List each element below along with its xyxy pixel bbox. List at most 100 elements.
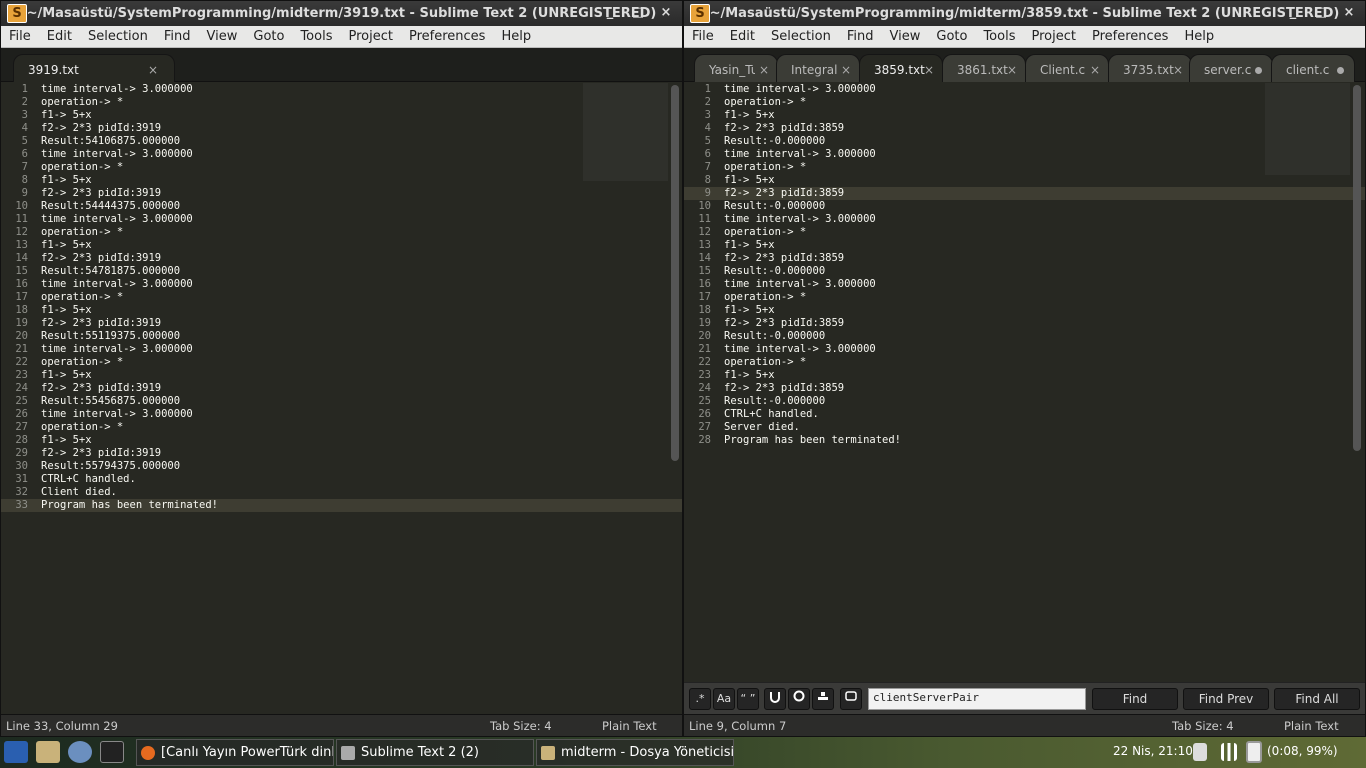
battery-icon[interactable] [1246, 741, 1262, 763]
in-selection-icon[interactable] [764, 688, 786, 710]
left-scrollbar[interactable] [671, 85, 679, 461]
tab-size-indicator[interactable]: Tab Size: 4 [490, 719, 552, 733]
close-button[interactable]: × [658, 5, 674, 20]
tab-3859-txt[interactable]: 3859.txt × [859, 54, 943, 82]
code-line[interactable]: 1 time interval-> 3.000000 [1, 83, 682, 96]
unsaved-dot-icon[interactable] [1337, 67, 1344, 74]
menu-preferences[interactable]: Preferences [1084, 29, 1176, 44]
code-line[interactable]: 24 f2-> 2*3 pidId:3859 [684, 382, 1365, 395]
code-line[interactable]: 20 Result:55119375.000000 [1, 330, 682, 343]
menu-view[interactable]: View [882, 29, 929, 44]
right-code-editor[interactable]: 1 time interval-> 3.000000 2 operation-> * 3… [684, 83, 1365, 447]
menu-find[interactable]: Find [839, 29, 882, 44]
tab-integral[interactable]: Integral × [776, 54, 860, 82]
tab-3861-txt[interactable]: 3861.txt × [942, 54, 1026, 82]
code-line[interactable]: 9 f2-> 2*3 pidId:3919 [1, 187, 682, 200]
find-prev-button[interactable]: Find Prev [1183, 688, 1269, 710]
right-titlebar[interactable]: S ~/Masaüstü/SystemProgramming/midterm/3… [684, 1, 1365, 26]
regex-toggle[interactable]: .* [689, 688, 711, 710]
show-context-icon[interactable] [840, 688, 862, 710]
menu-project[interactable]: Project [1023, 29, 1083, 44]
volume-icon[interactable] [1193, 743, 1207, 761]
code-line[interactable]: 7 operation-> * [684, 161, 1365, 174]
code-line[interactable]: 14 f2-> 2*3 pidId:3919 [1, 252, 682, 265]
find-input[interactable]: clientServerPair [868, 688, 1086, 710]
unsaved-dot-icon[interactable] [1255, 67, 1262, 74]
maximize-button[interactable]: □ [630, 5, 646, 20]
right-minimap[interactable] [1265, 83, 1350, 175]
code-line[interactable]: 18 f1-> 5+x [1, 304, 682, 317]
code-line[interactable]: 30 Result:55794375.000000 [1, 460, 682, 473]
code-line[interactable]: 18 f1-> 5+x [684, 304, 1365, 317]
menu-tools[interactable]: Tools [975, 29, 1023, 44]
code-line[interactable]: 21 time interval-> 3.000000 [684, 343, 1365, 356]
menu-edit[interactable]: Edit [722, 29, 763, 44]
tab-yasin-tu[interactable]: Yasin_Tu × [694, 54, 778, 82]
code-line[interactable]: 16 time interval-> 3.000000 [1, 278, 682, 291]
case-sensitive-toggle[interactable]: Aa [713, 688, 735, 710]
code-line[interactable]: 25 Result:-0.000000 [684, 395, 1365, 408]
code-line[interactable]: 12 operation-> * [1, 226, 682, 239]
menu-help[interactable]: Help [493, 29, 539, 44]
code-line[interactable]: 26 time interval-> 3.000000 [1, 408, 682, 421]
code-line[interactable]: 7 operation-> * [1, 161, 682, 174]
code-line[interactable]: 29 f2-> 2*3 pidId:3919 [1, 447, 682, 460]
find-all-button[interactable]: Find All [1274, 688, 1360, 710]
code-line[interactable]: 17 operation-> * [684, 291, 1365, 304]
menu-help[interactable]: Help [1176, 29, 1222, 44]
code-line[interactable]: 11 time interval-> 3.000000 [684, 213, 1365, 226]
code-line[interactable]: 5 Result:54106875.000000 [1, 135, 682, 148]
code-line[interactable]: 14 f2-> 2*3 pidId:3859 [684, 252, 1365, 265]
code-line[interactable]: 13 f1-> 5+x [1, 239, 682, 252]
menu-preferences[interactable]: Preferences [401, 29, 493, 44]
menu-view[interactable]: View [199, 29, 246, 44]
code-line[interactable]: 20 Result:-0.000000 [684, 330, 1365, 343]
highlight-matches-icon[interactable] [812, 688, 834, 710]
menu-edit[interactable]: Edit [39, 29, 80, 44]
close-button[interactable]: × [1341, 5, 1357, 20]
code-line[interactable]: 31 CTRL+C handled. [1, 473, 682, 486]
code-line[interactable]: 25 Result:55456875.000000 [1, 395, 682, 408]
menu-file[interactable]: File [1, 29, 39, 44]
code-line[interactable]: 33 Program has been terminated! [1, 499, 682, 512]
code-line[interactable]: 22 operation-> * [1, 356, 682, 369]
menu-project[interactable]: Project [340, 29, 400, 44]
code-line[interactable]: 1 time interval-> 3.000000 [684, 83, 1365, 96]
code-line[interactable]: 15 Result:-0.000000 [684, 265, 1365, 278]
code-line[interactable]: 4 f2-> 2*3 pidId:3919 [1, 122, 682, 135]
wrap-icon[interactable] [788, 688, 810, 710]
code-line[interactable]: 8 f1-> 5+x [1, 174, 682, 187]
code-line[interactable]: 6 time interval-> 3.000000 [1, 148, 682, 161]
menu-file[interactable]: File [684, 29, 722, 44]
code-line[interactable]: 3 f1-> 5+x [1, 109, 682, 122]
code-line[interactable]: 22 operation-> * [684, 356, 1365, 369]
left-titlebar[interactable]: S ~/Masaüstü/SystemProgramming/midterm/3… [1, 1, 682, 26]
right-scrollbar[interactable] [1353, 85, 1361, 451]
network-icon[interactable] [1221, 743, 1237, 761]
tab-server-c[interactable]: server.c [1189, 54, 1273, 82]
syntax-indicator[interactable]: Plain Text [602, 719, 657, 733]
minimize-button[interactable]: _ [1285, 5, 1301, 20]
code-line[interactable]: 2 operation-> * [684, 96, 1365, 109]
code-line[interactable]: 13 f1-> 5+x [684, 239, 1365, 252]
tab-close-icon[interactable]: × [759, 63, 769, 77]
code-line[interactable]: 10 Result:54444375.000000 [1, 200, 682, 213]
tab-close-icon[interactable]: × [148, 63, 158, 77]
code-line[interactable]: 10 Result:-0.000000 [684, 200, 1365, 213]
left-minimap[interactable] [583, 83, 668, 181]
code-line[interactable]: 19 f2-> 2*3 pidId:3859 [684, 317, 1365, 330]
code-line[interactable]: 16 time interval-> 3.000000 [684, 278, 1365, 291]
code-line[interactable]: 9 f2-> 2*3 pidId:3859 [684, 187, 1365, 200]
code-line[interactable]: 27 Server died. [684, 421, 1365, 434]
browser-globe-icon[interactable] [68, 741, 92, 763]
tab-size-indicator[interactable]: Tab Size: 4 [1172, 719, 1234, 733]
clock[interactable]: 22 Nis, 21:10 [1113, 744, 1193, 758]
code-line[interactable]: 15 Result:54781875.000000 [1, 265, 682, 278]
code-line[interactable]: 23 f1-> 5+x [1, 369, 682, 382]
code-line[interactable]: 24 f2-> 2*3 pidId:3919 [1, 382, 682, 395]
code-line[interactable]: 12 operation-> * [684, 226, 1365, 239]
task-sublime[interactable]: Sublime Text 2 (2) [336, 739, 534, 766]
task-file-manager[interactable]: midterm - Dosya Yöneticisi [536, 739, 734, 766]
code-line[interactable]: 27 operation-> * [1, 421, 682, 434]
code-line[interactable]: 5 Result:-0.000000 [684, 135, 1365, 148]
